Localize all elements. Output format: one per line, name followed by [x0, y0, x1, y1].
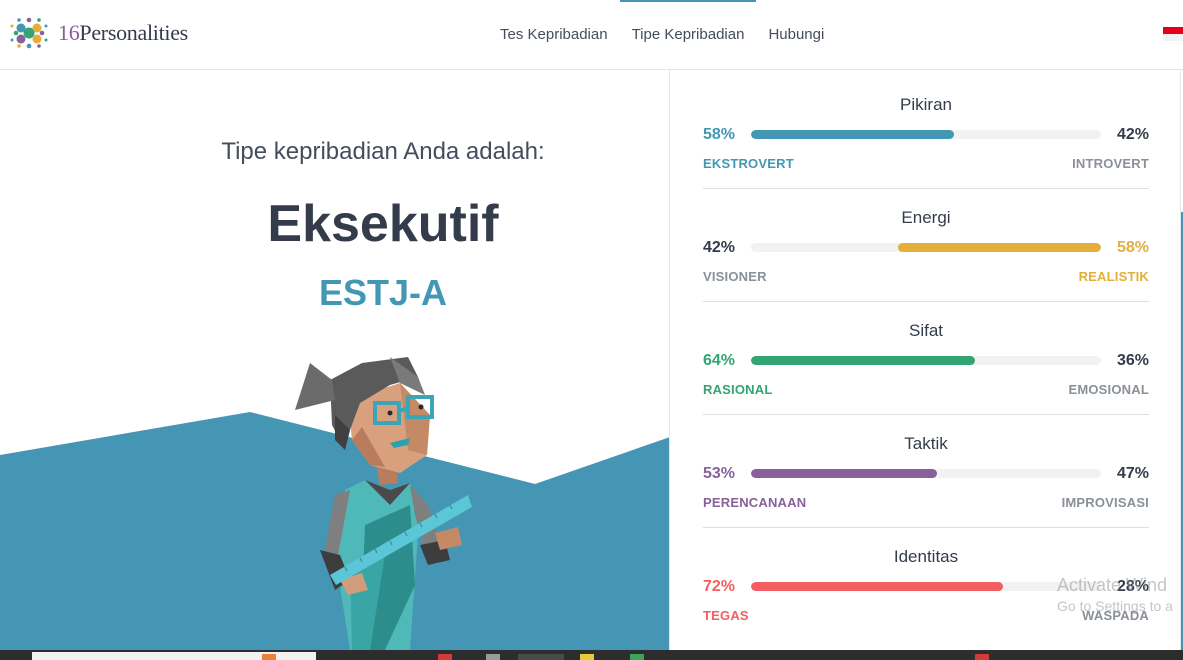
trait-right-percent: 58% — [1116, 239, 1149, 256]
taskbar-app-icon[interactable] — [630, 654, 644, 660]
trait-bar-fill — [751, 130, 954, 139]
trait-left-label: RASIONAL — [703, 382, 773, 397]
taskbar-app-icon[interactable] — [975, 654, 989, 660]
trait-bar-track — [751, 582, 1101, 591]
trait-title: Sifat — [908, 321, 944, 340]
trait-bar-fill — [751, 469, 937, 478]
logo-icon — [10, 17, 48, 49]
taskbar-app-icon[interactable] — [438, 654, 452, 660]
taskbar-app-icon[interactable] — [580, 654, 594, 660]
trait-right-percent: 42% — [1116, 126, 1149, 143]
trait-bar-track — [751, 243, 1101, 252]
trait-left-percent: 64% — [703, 352, 736, 369]
nav-item-personality-test[interactable]: Tes Kepribadian — [488, 0, 620, 70]
trait-left-label: VISIONER — [703, 269, 767, 284]
site-header: 16Personalities Tes Kepribadian Tipe Kep… — [0, 0, 1183, 70]
trait-left-percent: 53% — [703, 465, 736, 482]
indonesia-flag-icon[interactable] — [1163, 27, 1183, 41]
taskbar-app-icon[interactable] — [486, 654, 500, 660]
taskbar-app-icon[interactable] — [262, 654, 276, 660]
trait-left-label: TEGAS — [703, 608, 749, 623]
trait-title: Taktik — [904, 434, 948, 453]
taskbar-active-app-icon[interactable] — [518, 654, 564, 660]
nav-item-personality-types[interactable]: Tipe Kepribadian — [619, 0, 757, 70]
trait-left-percent: 72% — [703, 578, 736, 595]
trait-left-label: EKSTROVERT — [703, 156, 794, 171]
trait-right-label: IMPROVISASI — [1061, 495, 1149, 510]
trait-left-percent: 42% — [703, 239, 736, 256]
page: { "header": { "logo_text_num": "16", "lo… — [0, 0, 1183, 660]
trait-bar-fill — [898, 243, 1101, 252]
trait-right-label: REALISTIK — [1078, 269, 1149, 284]
result-subtitle: Tipe kepribadian Anda adalah: — [221, 138, 545, 165]
personality-type-name: Eksekutif — [267, 195, 499, 253]
main-nav: Tes Kepribadian Tipe Kepribadian Hubungi — [488, 0, 836, 70]
trait-right-label: EMOSIONAL — [1068, 382, 1149, 397]
trait-bar-fill — [751, 356, 975, 365]
trait-title: Identitas — [893, 547, 959, 566]
trait-left-label: PERENCANAAN — [703, 495, 807, 510]
activation-watermark-title: Activate Wind — [1057, 575, 1168, 595]
trait-results-panel: Pikiran 58% 42% EKSTROVERT INTROVERT Ene… — [669, 70, 1181, 650]
personality-type-code: ESTJ-A — [318, 272, 448, 313]
trait-row: Sifat 64% 36% RASIONAL EMOSIONAL — [703, 296, 1149, 415]
trait-bar-track — [751, 356, 1101, 365]
logo-text: 16Personalities — [58, 20, 188, 45]
trait-right-percent: 36% — [1116, 352, 1149, 369]
trait-row: Taktik 53% 47% PERENCANAAN IMPROVISASI — [703, 409, 1149, 528]
trait-bar-track — [751, 130, 1101, 139]
trait-right-label: INTROVERT — [1072, 156, 1149, 171]
executive-character-illustration — [295, 357, 472, 650]
result-hero: Tipe kepribadian Anda adalah: Eksekutif … — [0, 70, 670, 650]
trait-bar-track — [751, 469, 1101, 478]
trait-left-percent: 58% — [703, 126, 736, 143]
trait-bar-fill — [751, 582, 1003, 591]
trait-title: Pikiran — [900, 95, 952, 114]
trait-title: Energi — [901, 208, 951, 227]
taskbar — [0, 650, 1183, 660]
activation-watermark-subtitle: Go to Settings to a — [1057, 598, 1173, 614]
logo[interactable]: 16Personalities — [8, 12, 188, 54]
trait-right-percent: 47% — [1116, 465, 1149, 482]
trait-row: Energi 42% 58% VISIONER REALISTIK — [703, 183, 1149, 302]
trait-row: Pikiran 58% 42% EKSTROVERT INTROVERT — [703, 70, 1149, 189]
nav-item-contact[interactable]: Hubungi — [756, 0, 836, 70]
